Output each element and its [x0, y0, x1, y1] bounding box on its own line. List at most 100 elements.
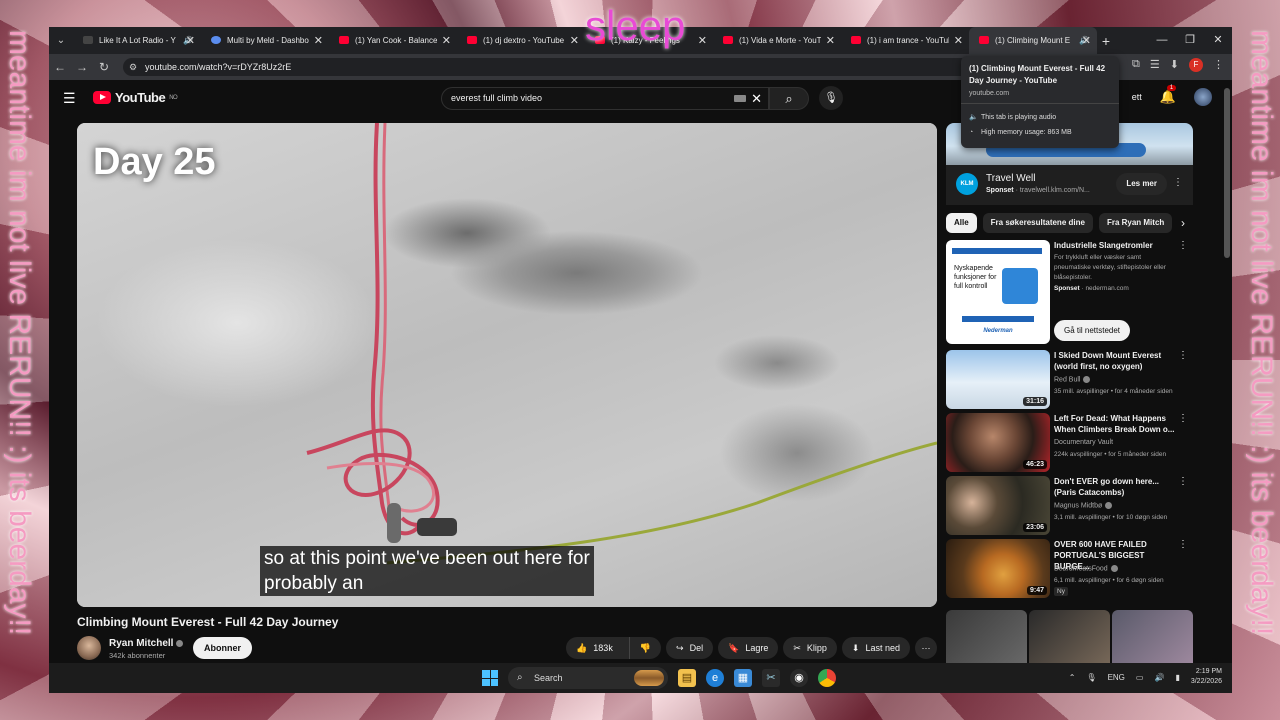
- back-icon[interactable]: ←: [49, 60, 71, 74]
- download-icon[interactable]: ⬇: [1170, 58, 1179, 72]
- windows-start-icon[interactable]: [482, 670, 498, 686]
- channel-row: Ryan Mitchell 342k abonnenter Abonner 👍 1…: [77, 636, 937, 666]
- more-options-icon[interactable]: ⋮: [1178, 240, 1188, 251]
- tab-vida-e-morte[interactable]: (1) Vida e Morte - YouTub ✕: [713, 27, 841, 54]
- clock[interactable]: 2:19 PM 3/22/2026: [1191, 667, 1222, 687]
- video-thumbnail[interactable]: [1112, 610, 1193, 670]
- file-explorer-icon[interactable]: ▤: [678, 669, 696, 687]
- more-options-icon[interactable]: ⋮: [1178, 539, 1188, 550]
- more-options-icon[interactable]: ⋮: [1178, 350, 1188, 361]
- download-button[interactable]: ⬇ Last ned: [841, 637, 910, 659]
- channel-name[interactable]: Red Bull: [1054, 376, 1091, 383]
- sponsored-ad[interactable]: KLM Travel Well Sponset · travelwell.klm…: [946, 165, 1193, 205]
- display-icon[interactable]: ▭: [1136, 673, 1144, 682]
- video-thumbnail[interactable]: 46:23: [946, 413, 1050, 472]
- window-controls: — ❐ ✕: [1148, 27, 1232, 54]
- microphone-icon[interactable]: 🎙: [819, 86, 843, 110]
- more-options-icon[interactable]: ⋮: [1173, 177, 1183, 188]
- profile-avatar[interactable]: F: [1189, 58, 1203, 72]
- hamburger-menu-icon[interactable]: ☰: [63, 90, 76, 107]
- chrome-icon[interactable]: [818, 669, 836, 687]
- hover-card-title: (1) Climbing Mount Everest - Full 42 Day…: [969, 64, 1106, 85]
- chevron-right-icon[interactable]: ›: [1173, 213, 1193, 233]
- close-icon[interactable]: ✕: [954, 34, 963, 47]
- sponsored-card[interactable]: Nyskapende funksjoner for full kontroll …: [946, 240, 1196, 345]
- learn-more-button[interactable]: Les mer: [1116, 173, 1167, 195]
- reading-list-icon[interactable]: ☰: [1150, 58, 1160, 72]
- ad-thumbnail[interactable]: Nyskapende funksjoner for full kontroll …: [946, 240, 1050, 344]
- close-icon[interactable]: ✕: [442, 34, 451, 47]
- channel-avatar[interactable]: [77, 636, 101, 660]
- close-icon[interactable]: ✕: [570, 34, 579, 47]
- scrollbar[interactable]: [1224, 88, 1230, 258]
- visit-site-button[interactable]: Gå til nettstedet: [1054, 320, 1131, 341]
- like-button[interactable]: 👍 183k: [566, 637, 623, 659]
- edge-icon[interactable]: e: [706, 669, 724, 687]
- snipping-tool-icon[interactable]: ✂: [762, 669, 780, 687]
- more-options-icon[interactable]: ⋮: [1178, 476, 1188, 487]
- new-tab-button[interactable]: +: [1097, 33, 1115, 49]
- close-window-icon[interactable]: ✕: [1204, 27, 1232, 54]
- account-avatar[interactable]: [1194, 88, 1212, 106]
- chip-from-channel[interactable]: Fra Ryan Mitch: [1098, 213, 1173, 233]
- language-indicator[interactable]: ENG: [1108, 673, 1125, 682]
- video-thumbnail[interactable]: [946, 610, 1027, 670]
- video-thumbnail[interactable]: [1029, 610, 1110, 670]
- tab-dj-dextro[interactable]: (1) dj dextro - YouTube ✕: [457, 27, 585, 54]
- menu-icon[interactable]: ⋮: [1213, 58, 1224, 72]
- chip-from-search[interactable]: Fra søkeresultatene dine: [982, 213, 1093, 233]
- close-icon[interactable]: ✕: [826, 34, 835, 47]
- store-icon[interactable]: ▦: [734, 669, 752, 687]
- more-options-icon[interactable]: ⋮: [1178, 413, 1188, 424]
- taskbar-search[interactable]: ⌕ Search: [508, 667, 668, 689]
- volume-icon[interactable]: 🔊: [1154, 673, 1164, 682]
- clip-button[interactable]: ✂ Klipp: [783, 637, 837, 659]
- obs-icon[interactable]: ◉: [790, 669, 808, 687]
- forward-icon[interactable]: →: [71, 60, 93, 74]
- site-info-icon[interactable]: ⚙: [129, 58, 137, 76]
- clear-search-icon[interactable]: ✕: [751, 88, 762, 109]
- tab-yan-cook[interactable]: (1) Yan Cook - Balance - Y ✕: [329, 27, 457, 54]
- close-icon[interactable]: ✕: [186, 34, 195, 47]
- close-icon[interactable]: ✕: [698, 34, 707, 47]
- subscribe-button[interactable]: Abonner: [193, 637, 252, 659]
- video-thumbnail[interactable]: 31:16: [946, 350, 1050, 409]
- microphone-icon[interactable]: 🎙: [1086, 673, 1096, 682]
- address-bar[interactable]: ⚙ youtube.com/watch?v=rDYZr8Uz2rE: [123, 58, 973, 76]
- reload-icon[interactable]: ↻: [93, 60, 115, 74]
- video-thumbnail[interactable]: 9:47: [946, 539, 1050, 598]
- video-duration: 23:06: [1023, 523, 1047, 532]
- extensions-icon[interactable]: ⧉: [1132, 58, 1140, 72]
- video-thumbnail[interactable]: 23:06: [946, 476, 1050, 535]
- more-actions-button[interactable]: ⋯: [915, 637, 937, 659]
- channel-name[interactable]: Magnus Midtbø: [1054, 502, 1113, 509]
- battery-icon[interactable]: ▮: [1175, 673, 1179, 682]
- tab-like-it-a-lot-radio[interactable]: Like It A Lot Radio - Y 🔊 ✕: [73, 27, 201, 54]
- chip-all[interactable]: Alle: [946, 213, 977, 233]
- notifications-bell-icon[interactable]: 🔔 1: [1160, 85, 1177, 105]
- video-meta: 6,1 mill. avspillinger • for 6 døgn side…: [1054, 577, 1164, 584]
- chevron-up-icon[interactable]: ⌃: [1069, 673, 1076, 682]
- share-button[interactable]: ↪ Del: [666, 637, 714, 659]
- tab-search-button[interactable]: ⌄: [49, 27, 73, 54]
- close-icon[interactable]: ✕: [314, 34, 323, 47]
- search-input[interactable]: everest full climb video ✕: [441, 87, 769, 110]
- video-player[interactable]: Day 25 so at this point we've been out h…: [77, 123, 937, 607]
- create-button[interactable]: ett: [1132, 92, 1142, 102]
- time: 2:19 PM: [1195, 668, 1222, 675]
- maximize-icon[interactable]: ❐: [1176, 27, 1204, 54]
- tab-climbing-mount-everest[interactable]: (1) Climbing Mount E 🔊 ✕: [969, 27, 1097, 54]
- tab-i-am-trance[interactable]: (1) i am trance - YouTube ✕: [841, 27, 969, 54]
- search-button[interactable]: ⌕: [769, 87, 809, 110]
- channel-name[interactable]: Ryan Mitchell: [109, 638, 184, 649]
- channel-name[interactable]: BeardMeatsFood: [1054, 565, 1118, 572]
- tab-multi-by-meld[interactable]: Multi by Meld - Dashboar ✕: [201, 27, 329, 54]
- youtube-logo[interactable]: YouTube NO: [93, 90, 178, 105]
- close-icon[interactable]: ✕: [1082, 34, 1091, 47]
- ad-card-sponsor: Sponset · nederman.com: [1054, 285, 1129, 292]
- minimize-icon[interactable]: —: [1148, 27, 1176, 54]
- channel-name[interactable]: Documentary Vault: [1054, 439, 1113, 446]
- save-button[interactable]: 🔖 Lagre: [718, 637, 779, 659]
- keyboard-icon[interactable]: [734, 95, 746, 102]
- dislike-button[interactable]: 👎: [628, 637, 661, 659]
